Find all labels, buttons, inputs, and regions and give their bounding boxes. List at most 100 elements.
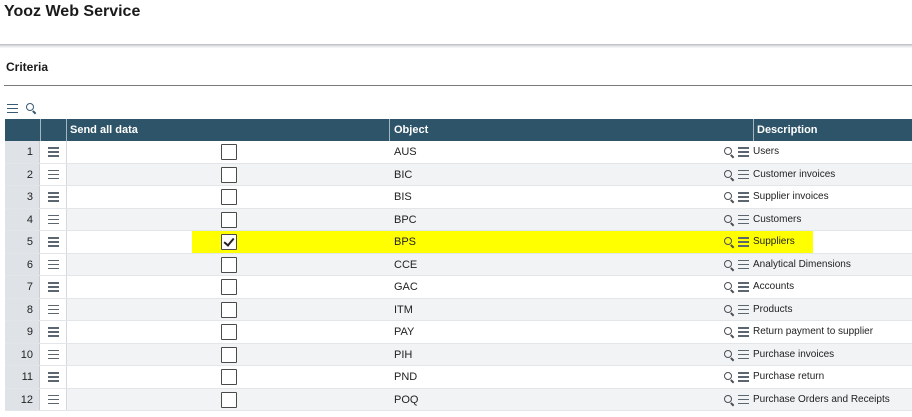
- row-menu-icon[interactable]: [48, 147, 59, 157]
- description-text: Purchase invoices: [753, 348, 835, 360]
- lookup-search-icon[interactable]: [724, 394, 734, 405]
- lookup-menu-icon[interactable]: [738, 282, 749, 292]
- row-menu[interactable]: [40, 321, 67, 343]
- lookup-search-icon[interactable]: [724, 147, 734, 157]
- send-all-data-checkbox[interactable]: [221, 279, 237, 295]
- row-menu[interactable]: [40, 208, 67, 230]
- table-row[interactable]: 8 ITM Products: [5, 298, 912, 321]
- row-menu[interactable]: [40, 298, 67, 320]
- column-header-object[interactable]: Object: [394, 119, 428, 141]
- lookup-search-icon[interactable]: [724, 372, 734, 382]
- row-menu[interactable]: [40, 141, 67, 163]
- row-menu[interactable]: [40, 276, 67, 298]
- row-number: 8: [5, 298, 40, 320]
- object-code: BPC: [394, 213, 417, 226]
- row-menu[interactable]: [40, 253, 67, 275]
- lookup-search-icon[interactable]: [724, 237, 734, 247]
- lookup-menu-icon[interactable]: [738, 394, 749, 404]
- search-icon[interactable]: [26, 103, 36, 113]
- row-menu-icon[interactable]: [48, 372, 59, 382]
- lookup-menu-icon[interactable]: [738, 214, 749, 224]
- row-menu[interactable]: [40, 388, 67, 410]
- send-all-data-checkbox[interactable]: [221, 144, 237, 160]
- row-menu-icon[interactable]: [48, 327, 59, 337]
- row-menu[interactable]: [40, 186, 67, 208]
- row-menu-icon[interactable]: [48, 237, 59, 247]
- description-text: Return payment to supplier: [753, 326, 874, 337]
- description-text: Products: [753, 303, 793, 315]
- object-code: GAC: [394, 281, 418, 293]
- row-number: 7: [5, 276, 40, 298]
- row-menu-icon[interactable]: [48, 214, 59, 224]
- send-all-data-checkbox[interactable]: [221, 166, 237, 183]
- row-menu[interactable]: [40, 163, 67, 185]
- row-menu-icon[interactable]: [48, 169, 59, 179]
- lookup-menu-icon[interactable]: [738, 192, 749, 202]
- column-header-send-all-data[interactable]: Send all data: [70, 119, 138, 141]
- description-text: Purchase return: [753, 371, 825, 382]
- lookup-search-icon[interactable]: [724, 349, 734, 360]
- send-all-data-checkbox[interactable]: [221, 189, 237, 205]
- send-all-data-checkbox[interactable]: [221, 256, 237, 273]
- table-row[interactable]: 1 AUS Users: [5, 141, 912, 164]
- row-number: 11: [5, 366, 40, 388]
- row-menu-icon[interactable]: [48, 282, 59, 292]
- table-row[interactable]: 12 POQ Purchase Orders and Receipts: [5, 388, 912, 411]
- object-code: PAY: [394, 326, 415, 338]
- menu-icon[interactable]: [7, 103, 18, 113]
- title-bar: Yooz Web Service: [0, 0, 912, 44]
- table-row[interactable]: 11 PND Purchase return: [5, 366, 912, 389]
- lookup-search-icon[interactable]: [724, 327, 734, 337]
- header-divider: [40, 119, 41, 141]
- row-menu[interactable]: [40, 366, 67, 388]
- lookup-menu-icon[interactable]: [738, 259, 749, 269]
- lookup-search-icon[interactable]: [724, 192, 734, 202]
- table-row[interactable]: 10 PIH Purchase invoices: [5, 343, 912, 366]
- lookup-search-icon[interactable]: [724, 304, 734, 315]
- row-menu-icon[interactable]: [48, 304, 59, 314]
- description-text: Analytical Dimensions: [753, 258, 851, 270]
- lookup-menu-icon[interactable]: [738, 304, 749, 314]
- object-code: CCE: [394, 258, 418, 271]
- row-menu-icon[interactable]: [48, 349, 59, 359]
- lookup-menu-icon[interactable]: [738, 237, 749, 247]
- column-header-description[interactable]: Description: [757, 119, 818, 141]
- send-all-data-checkbox[interactable]: [221, 369, 237, 385]
- object-code: POQ: [394, 393, 419, 406]
- table-row[interactable]: 4 BPC Customers: [5, 208, 912, 231]
- send-all-data-checkbox[interactable]: [221, 234, 237, 250]
- row-number: 1: [5, 141, 40, 163]
- lookup-menu-icon[interactable]: [738, 169, 749, 179]
- section-title: Criteria: [6, 60, 49, 74]
- row-menu[interactable]: [40, 231, 67, 253]
- send-all-data-checkbox[interactable]: [221, 211, 237, 228]
- table-row[interactable]: 3 BIS Supplier invoices: [5, 186, 912, 209]
- object-code: BIC: [394, 168, 413, 181]
- send-all-data-checkbox[interactable]: [221, 346, 237, 363]
- row-menu-icon[interactable]: [48, 259, 59, 269]
- row-number: 9: [5, 321, 40, 343]
- lookup-search-icon[interactable]: [724, 282, 734, 292]
- description-text: Purchase Orders and Receipts: [753, 393, 890, 405]
- table-row[interactable]: 6 CCE Analytical Dimensions: [5, 253, 912, 276]
- lookup-search-icon[interactable]: [724, 259, 734, 270]
- lookup-search-icon[interactable]: [724, 169, 734, 180]
- table-row[interactable]: 7 GAC Accounts: [5, 276, 912, 299]
- send-all-data-checkbox[interactable]: [221, 324, 237, 340]
- row-highlight: [192, 231, 813, 253]
- lookup-menu-icon[interactable]: [738, 349, 749, 359]
- lookup-search-icon[interactable]: [724, 214, 734, 225]
- row-menu-icon[interactable]: [48, 192, 59, 202]
- table-row[interactable]: 2 BIC Customer invoices: [5, 163, 912, 186]
- send-all-data-checkbox[interactable]: [221, 301, 237, 318]
- row-menu-icon[interactable]: [48, 394, 59, 404]
- table-header: Send all data Object Description: [5, 119, 912, 141]
- row-number: 6: [5, 253, 40, 275]
- table-row[interactable]: 9 PAY Return payment to supplier: [5, 321, 912, 344]
- lookup-menu-icon[interactable]: [738, 372, 749, 382]
- table-row[interactable]: 5 BPS Suppliers: [5, 231, 912, 254]
- send-all-data-checkbox[interactable]: [221, 391, 237, 408]
- lookup-menu-icon[interactable]: [738, 327, 749, 337]
- lookup-menu-icon[interactable]: [738, 147, 749, 157]
- row-menu[interactable]: [40, 343, 67, 365]
